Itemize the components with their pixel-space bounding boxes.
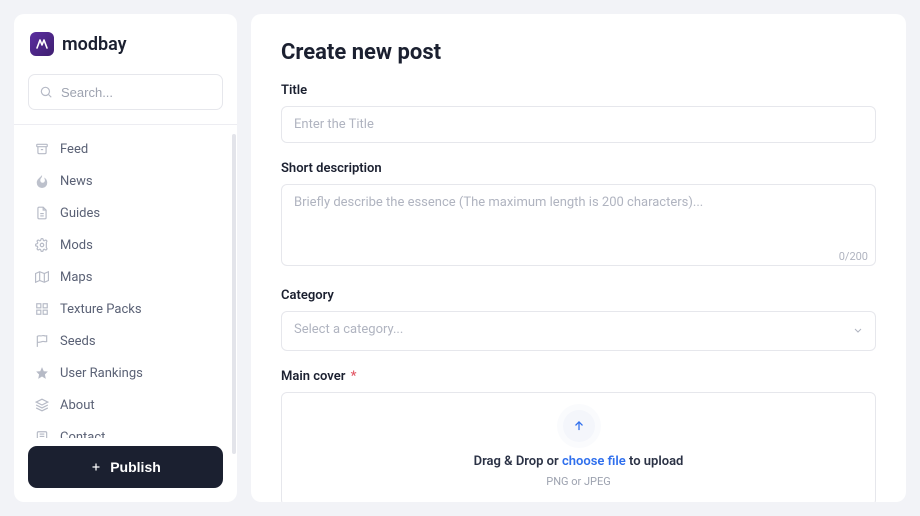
title-label: Title [281,83,876,98]
sidebar-item-label: Contact [60,430,105,439]
publish-button[interactable]: Publish [28,446,223,488]
choose-file-link[interactable]: choose file [562,454,626,469]
grid-icon [34,301,50,317]
sidebar-item-label: Guides [60,206,100,221]
dropzone-subtext: PNG or JPEG [546,475,611,488]
sidebar: modbay Feed News Guides Mods [14,14,237,502]
map-icon [34,269,50,285]
divider [14,124,237,125]
sidebar-item-mods[interactable]: Mods [28,229,223,261]
cover-dropzone[interactable]: Drag & Drop or choose file to upload PNG… [281,392,876,502]
sidebar-item-guides[interactable]: Guides [28,197,223,229]
brand[interactable]: modbay [28,32,223,56]
sidebar-item-label: Texture Packs [60,302,142,317]
search-input-wrap[interactable] [28,74,223,110]
short-desc-textarea[interactable] [281,184,876,266]
field-title: Title [281,83,876,143]
sidebar-item-label: Maps [60,270,92,285]
gear-icon [34,237,50,253]
book-icon [34,429,50,438]
upload-icon [563,410,595,442]
sidebar-item-news[interactable]: News [28,165,223,197]
sidebar-item-contact[interactable]: Contact [28,421,223,438]
sidebar-item-feed[interactable]: Feed [28,133,223,165]
main-panel: Create new post Title Short description … [251,14,906,502]
sidebar-item-seeds[interactable]: Seeds [28,325,223,357]
archive-icon [34,141,50,157]
dropzone-text: Drag & Drop or choose file to upload [474,454,684,469]
page-title: Create new post [281,40,876,65]
field-category: Category Select a category... [281,288,876,351]
field-short-description: Short description 0/200 [281,161,876,270]
category-label: Category [281,288,876,303]
sidebar-item-user-rankings[interactable]: User Rankings [28,357,223,389]
nav-list: Feed News Guides Mods Maps Texture Packs [28,133,223,438]
sidebar-item-label: User Rankings [60,366,143,381]
sidebar-item-label: News [60,174,93,189]
sidebar-item-label: Mods [60,238,93,253]
sidebar-item-texture-packs[interactable]: Texture Packs [28,293,223,325]
scrollbar-thumb[interactable] [232,134,236,454]
publish-label: Publish [110,459,161,475]
sidebar-item-label: Feed [60,142,88,157]
short-desc-label: Short description [281,161,876,176]
plus-icon [90,461,102,473]
sidebar-item-about[interactable]: About [28,389,223,421]
star-icon [34,365,50,381]
search-input[interactable] [61,85,212,100]
sidebar-item-label: Seeds [60,334,96,349]
required-marker: * [351,369,357,384]
brand-logo-icon [30,32,54,56]
sidebar-item-maps[interactable]: Maps [28,261,223,293]
cover-label: Main cover * [281,369,876,384]
sidebar-item-label: About [60,398,95,413]
category-select[interactable]: Select a category... [281,311,876,351]
cover-label-text: Main cover [281,369,345,384]
field-main-cover: Main cover * Drag & Drop or choose file … [281,369,876,502]
flame-icon [34,173,50,189]
layers-icon [34,397,50,413]
title-input[interactable] [281,106,876,143]
brand-name: modbay [62,34,127,55]
search-icon [39,85,53,99]
document-icon [34,205,50,221]
flag-icon [34,333,50,349]
